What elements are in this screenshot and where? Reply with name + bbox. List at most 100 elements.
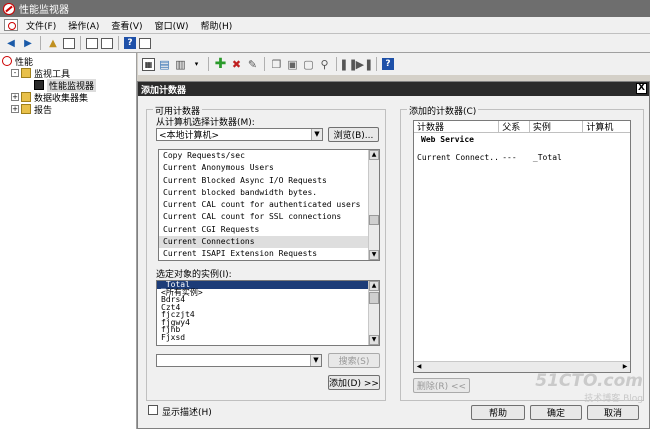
scroll-down-icon[interactable]: ▼ — [369, 335, 379, 345]
added-counters-table[interactable]: 计数器 父系 实例 计算机 Web Service Current Connec… — [413, 120, 631, 373]
view-current-activity-icon[interactable]: ▦ — [142, 57, 155, 71]
watermark-logo: 51CTO.com 技术博客 Blog — [535, 371, 643, 404]
copy-properties-icon[interactable]: ❐ — [270, 58, 283, 71]
menu-file[interactable]: 文件(F) — [20, 19, 62, 32]
list-item[interactable]: fjczjt4 — [157, 311, 379, 319]
computer-select[interactable]: <本地计算机> ▼ — [156, 128, 323, 141]
list-item[interactable]: <所有实例> — [157, 288, 379, 297]
tree-item-performance-monitor[interactable]: 性能监视器 — [0, 78, 136, 92]
scroll-thumb[interactable] — [369, 292, 379, 304]
add-button[interactable]: 添加(D) >> — [328, 375, 380, 390]
scroll-up-icon[interactable]: ▲ — [369, 281, 379, 291]
column-header-computer[interactable]: 计算机 — [583, 121, 630, 133]
watermark-line2: 技术博客 Blog — [584, 394, 643, 404]
row-instance: _Total — [532, 152, 562, 162]
remove-button[interactable]: 删除(R) << — [413, 378, 470, 393]
forward-arrow-icon[interactable]: ▶ — [21, 36, 35, 50]
tree-item-label: 性能 — [15, 57, 34, 68]
collapse-icon[interactable]: - — [11, 69, 19, 77]
menu-view[interactable]: 查看(V) — [105, 19, 148, 32]
console-window-icon[interactable] — [139, 37, 151, 49]
folder-icon — [21, 92, 31, 102]
zoom-icon[interactable]: ⚲ — [318, 58, 331, 71]
cancel-button[interactable]: 取消 — [587, 405, 639, 420]
properties-icon[interactable] — [101, 37, 113, 49]
menu-window[interactable]: 窗口(W) — [149, 19, 195, 32]
close-icon[interactable]: X — [636, 83, 647, 94]
menu-action[interactable]: 操作(A) — [62, 19, 105, 32]
counters-scrollbar[interactable]: ▲ ▼ — [368, 150, 379, 260]
expand-icon[interactable]: + — [11, 93, 19, 101]
browse-button[interactable]: 浏览(B)... — [328, 127, 379, 142]
expand-icon[interactable]: + — [11, 105, 19, 113]
highlight-pencil-icon[interactable]: ✎ — [246, 58, 259, 71]
paste-counter-list-icon[interactable]: ▣ — [286, 58, 299, 71]
up-folder-icon[interactable]: ▲ — [46, 36, 60, 50]
list-item[interactable]: fjhb — [157, 326, 379, 334]
list-item[interactable]: Current blocked bandwidth bytes. — [159, 187, 379, 199]
scroll-left-icon[interactable]: ◀ — [414, 362, 424, 372]
dialog-title: 添加计数器 — [141, 85, 187, 96]
scroll-thumb[interactable] — [369, 215, 379, 225]
update-data-icon[interactable]: ▶❚ — [356, 58, 374, 71]
list-item-highlighted[interactable]: Current Connections — [159, 236, 379, 249]
tree-item-reports[interactable]: + 报告 — [0, 103, 136, 116]
list-item[interactable]: Current CGI Requests — [159, 224, 379, 236]
instances-list[interactable]: _Total <所有实例> Bdrs4 Czt4 fjczjt4 fjgwy4 … — [156, 280, 380, 346]
dropdown-arrow-icon[interactable]: ▾ — [190, 58, 203, 71]
chevron-down-icon[interactable]: ▼ — [310, 355, 321, 366]
ok-button[interactable]: 确定 — [530, 405, 582, 420]
export-list-icon[interactable] — [86, 37, 98, 49]
show-description-checkbox[interactable] — [148, 405, 158, 415]
column-header-instance[interactable]: 实例 — [530, 121, 584, 133]
instances-scrollbar[interactable]: ▲ ▼ — [368, 281, 379, 345]
object-group-row[interactable]: Web Service — [414, 133, 630, 145]
back-arrow-icon[interactable]: ◀ — [4, 36, 18, 50]
object-name: Web Service — [421, 134, 474, 144]
list-item[interactable]: Current Blocked Async I/O Requests — [159, 175, 379, 187]
table-header: 计数器 父系 实例 计算机 — [414, 121, 630, 133]
folder-icon — [21, 68, 31, 78]
watermark-line1: 51CTO.com — [535, 371, 643, 391]
properties-icon[interactable]: ▢ — [302, 58, 315, 71]
dialog-titlebar: 添加计数器 X — [138, 82, 649, 96]
menu-help[interactable]: 帮助(H) — [195, 19, 239, 32]
show-description-label: 显示描述(H) — [162, 408, 212, 418]
column-header-counter[interactable]: 计数器 — [414, 121, 500, 133]
search-button[interactable]: 搜索(S) — [328, 353, 380, 368]
tree-item-monitoring-tools[interactable]: - 监视工具 — [0, 67, 136, 80]
freeze-display-icon[interactable]: ❚❚ — [339, 58, 357, 71]
scroll-down-icon[interactable]: ▼ — [369, 250, 379, 260]
instances-label: 选定对象的实例(I): — [156, 270, 232, 280]
change-graph-type-icon[interactable]: ▥ — [174, 58, 187, 71]
list-item[interactable]: Current Anonymous Users — [159, 162, 379, 174]
list-item[interactable]: Current ISAPI Extension Requests — [159, 248, 379, 260]
search-input[interactable]: ▼ — [156, 354, 322, 367]
add-counter-icon[interactable]: ✚ — [214, 56, 227, 72]
table-row[interactable]: Current Connect... --- _Total — [414, 151, 630, 163]
list-item[interactable]: Copy Requests/sec — [159, 150, 379, 162]
chevron-down-icon[interactable]: ▼ — [311, 129, 322, 140]
column-header-parent[interactable]: 父系 — [499, 121, 530, 133]
tree-item-data-collector-sets[interactable]: + 数据收集器集 — [0, 91, 136, 104]
console-tree: 性能 - 监视工具 性能监视器 + 数据收集器集 + 报告 — [0, 53, 137, 429]
list-item[interactable]: Bdrs4 — [157, 296, 379, 304]
tree-item-performance[interactable]: 性能 — [0, 55, 136, 68]
help-icon[interactable]: ? — [124, 37, 136, 49]
show-hide-tree-icon[interactable] — [63, 37, 75, 49]
list-item[interactable]: Fjxsd — [157, 333, 379, 342]
list-item[interactable]: Current CAL count for authenticated user… — [159, 199, 379, 211]
delete-counter-icon[interactable]: ✖ — [230, 58, 243, 71]
list-item[interactable]: fjgwy4 — [157, 318, 379, 327]
scroll-up-icon[interactable]: ▲ — [369, 150, 379, 160]
performance-icon — [2, 56, 12, 66]
view-log-data-icon[interactable]: ▤ — [158, 58, 171, 71]
toolbar-separator — [80, 36, 81, 50]
list-item[interactable]: Current CAL count for SSL connections — [159, 211, 379, 223]
console-document-icon[interactable] — [4, 19, 18, 31]
help-button[interactable]: 帮助 — [471, 405, 525, 420]
monitor-icon — [34, 80, 44, 90]
toolbar-separator — [264, 57, 265, 71]
help-icon[interactable]: ? — [382, 58, 394, 70]
counters-list[interactable]: Copy Requests/sec Current Anonymous User… — [158, 149, 380, 261]
